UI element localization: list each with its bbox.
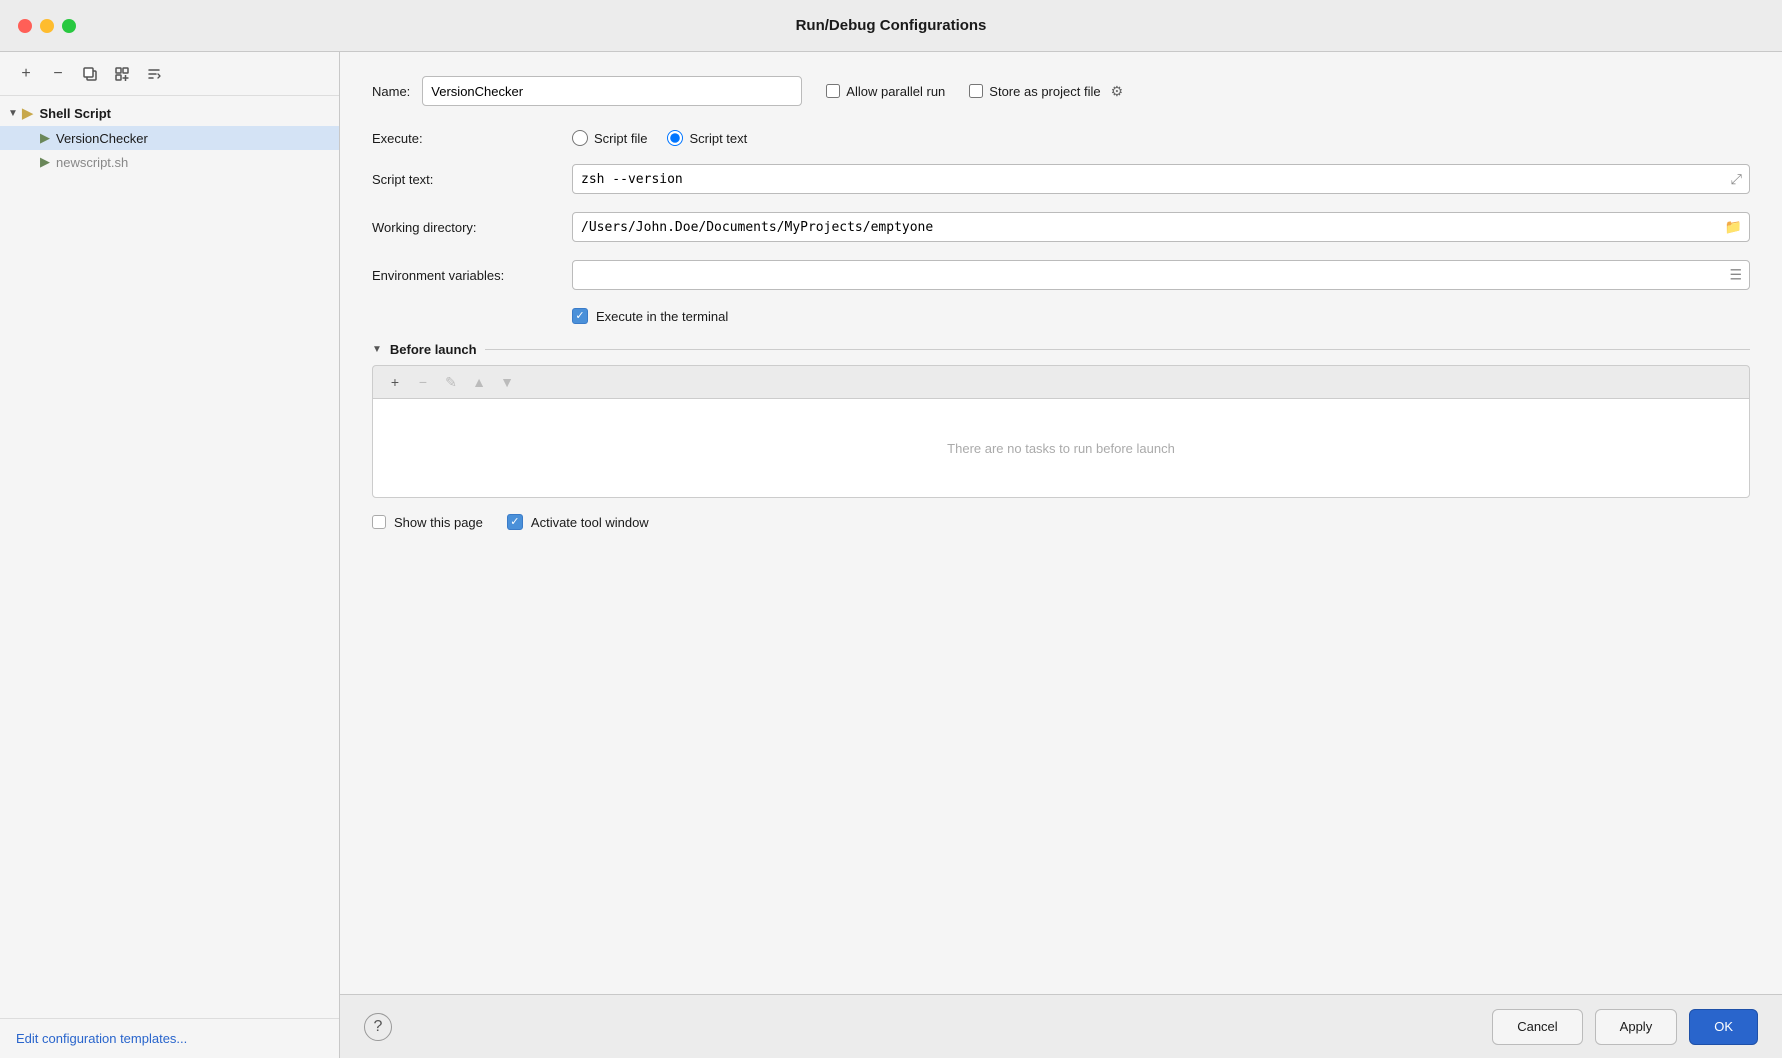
activate-window-label: Activate tool window <box>531 515 649 530</box>
config-content: Name: Allow parallel run Store as projec… <box>340 52 1782 1058</box>
terminal-checkbox-row: Execute in the terminal <box>372 308 1750 324</box>
terminal-checkbox-group: Execute in the terminal <box>572 308 728 324</box>
execute-label: Execute: <box>372 131 572 146</box>
window-title: Run/Debug Configurations <box>796 17 987 34</box>
move-to-group-icon <box>114 66 130 82</box>
main-layout: + − <box>0 52 1782 1058</box>
execute-row: Execute: Script file Script text <box>372 130 1750 146</box>
script-text-option[interactable]: Script text <box>667 130 747 146</box>
launch-toolbar: + − ✎ ▲ ▼ <box>372 365 1750 398</box>
copy-config-button[interactable] <box>76 62 104 86</box>
execute-terminal-checkbox[interactable] <box>572 308 588 324</box>
script-file-label: Script file <box>594 131 647 146</box>
script-text-radio[interactable] <box>667 130 683 146</box>
launch-edit-button[interactable]: ✎ <box>439 372 463 392</box>
store-project-group: Store as project file ⚙ <box>969 83 1123 100</box>
allow-parallel-group: Allow parallel run <box>826 84 945 99</box>
working-dir-row: Working directory: 📁 <box>372 212 1750 242</box>
sidebar-toolbar: + − <box>0 52 339 96</box>
sidebar-tree: ▼ ▶ Shell Script ▶ VersionChecker ▶ news… <box>0 96 339 1018</box>
no-tasks-text: There are no tasks to run before launch <box>947 441 1175 456</box>
launch-up-button[interactable]: ▲ <box>467 372 491 392</box>
name-field-group: Name: <box>372 76 802 106</box>
launch-remove-button[interactable]: − <box>411 372 435 392</box>
script-text-field-label: Script text: <box>372 172 572 187</box>
header-row: Name: Allow parallel run Store as projec… <box>372 76 1750 106</box>
working-dir-label: Working directory: <box>372 220 572 235</box>
execute-radio-group: Script file Script text <box>572 130 747 146</box>
remove-config-button[interactable]: − <box>44 62 72 86</box>
env-vars-field-wrapper: ☰ <box>572 260 1750 290</box>
script-icon-2: ▶ <box>40 154 50 170</box>
gear-icon[interactable]: ⚙ <box>1111 83 1124 100</box>
script-text-field-wrapper: ⤢ <box>572 164 1750 194</box>
sidebar-footer: Edit configuration templates... <box>0 1018 339 1058</box>
show-page-checkbox[interactable] <box>372 515 386 529</box>
show-page-group: Show this page <box>372 515 483 530</box>
sort-icon <box>146 66 162 82</box>
tree-item-label: VersionChecker <box>56 131 148 146</box>
tree-item-newscript[interactable]: ▶ newscript.sh <box>0 150 339 174</box>
bottom-checkboxes: Show this page Activate tool window <box>372 514 1750 530</box>
dialog-footer: ? Cancel Apply OK <box>340 994 1782 1058</box>
name-input[interactable] <box>422 76 802 106</box>
activate-window-checkbox[interactable] <box>507 514 523 530</box>
script-icon: ▶ <box>40 130 50 146</box>
script-text-label: Script text <box>689 131 747 146</box>
tree-group-shell-script[interactable]: ▼ ▶ Shell Script <box>0 100 339 126</box>
close-button[interactable] <box>18 19 32 33</box>
script-text-input[interactable] <box>572 164 1750 194</box>
ok-button[interactable]: OK <box>1689 1009 1758 1045</box>
working-dir-input[interactable] <box>572 212 1750 242</box>
before-launch-header: ▼ Before launch <box>372 342 1750 357</box>
tree-expand-chevron: ▼ <box>8 108 18 119</box>
activate-window-group: Activate tool window <box>507 514 649 530</box>
sidebar: + − <box>0 52 340 1058</box>
copy-icon <box>82 66 98 82</box>
tree-group-label: Shell Script <box>39 106 111 121</box>
launch-add-button[interactable]: + <box>383 372 407 392</box>
tree-item-label-2: newscript.sh <box>56 155 128 170</box>
window-controls <box>18 19 76 33</box>
store-project-label: Store as project file <box>989 84 1100 99</box>
script-file-radio[interactable] <box>572 130 588 146</box>
env-vars-edit-button[interactable]: ☰ <box>1727 265 1744 286</box>
maximize-button[interactable] <box>62 19 76 33</box>
name-label: Name: <box>372 84 410 99</box>
before-launch-title: Before launch <box>390 342 477 357</box>
allow-parallel-checkbox[interactable] <box>826 84 840 98</box>
working-dir-field-wrapper: 📁 <box>572 212 1750 242</box>
footer-buttons: Cancel Apply OK <box>1492 1009 1758 1045</box>
apply-button[interactable]: Apply <box>1595 1009 1678 1045</box>
before-launch-divider <box>485 349 1750 350</box>
execute-terminal-label: Execute in the terminal <box>596 309 728 324</box>
script-file-option[interactable]: Script file <box>572 130 647 146</box>
launch-tasks-area: There are no tasks to run before launch <box>372 398 1750 498</box>
sort-config-button[interactable] <box>140 62 168 86</box>
before-launch-chevron[interactable]: ▼ <box>372 344 382 355</box>
store-project-checkbox[interactable] <box>969 84 983 98</box>
launch-down-button[interactable]: ▼ <box>495 372 519 392</box>
browse-dir-button[interactable]: 📁 <box>1723 217 1744 238</box>
edit-templates-link[interactable]: Edit configuration templates... <box>16 1031 187 1046</box>
allow-parallel-label: Allow parallel run <box>846 84 945 99</box>
cancel-button[interactable]: Cancel <box>1492 1009 1582 1045</box>
env-vars-row: Environment variables: ☰ <box>372 260 1750 290</box>
show-page-label: Show this page <box>394 515 483 530</box>
help-button[interactable]: ? <box>364 1013 392 1041</box>
move-config-button[interactable] <box>108 62 136 86</box>
env-vars-input[interactable] <box>572 260 1750 290</box>
env-vars-label: Environment variables: <box>372 268 572 283</box>
script-text-row: Script text: ⤢ <box>372 164 1750 194</box>
tree-item-versionchecker[interactable]: ▶ VersionChecker <box>0 126 339 150</box>
config-panel: Name: Allow parallel run Store as projec… <box>340 52 1782 994</box>
before-launch-section: ▼ Before launch + − ✎ ▲ ▼ There are no t… <box>372 342 1750 498</box>
titlebar: Run/Debug Configurations <box>0 0 1782 52</box>
minimize-button[interactable] <box>40 19 54 33</box>
add-config-button[interactable]: + <box>12 62 40 86</box>
expand-script-button[interactable]: ⤢ <box>1729 169 1744 190</box>
folder-icon: ▶ <box>22 104 34 122</box>
